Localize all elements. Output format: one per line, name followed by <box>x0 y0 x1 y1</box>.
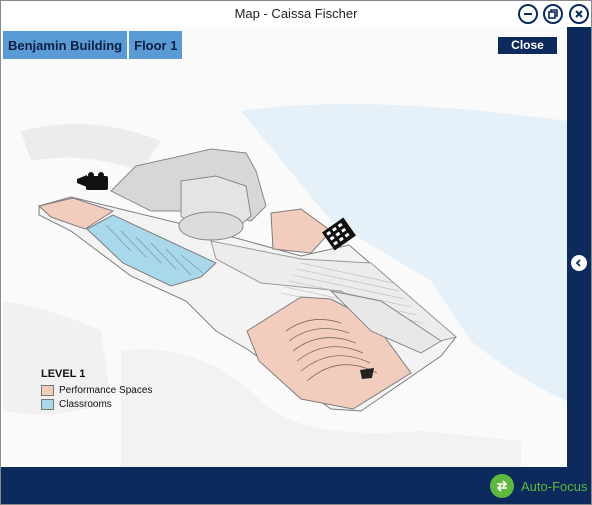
window-title: Map - Caissa Fischer <box>234 6 358 21</box>
title-bar: Map - Caissa Fischer <box>1 1 591 27</box>
classroom-swatch <box>41 398 54 410</box>
close-button[interactable]: Close <box>498 37 557 54</box>
legend-title: LEVEL 1 <box>41 368 86 380</box>
autofocus-label: Auto-Focus <box>521 478 588 494</box>
legend-label: Classrooms <box>59 398 112 410</box>
swap-arrows-icon <box>490 474 514 498</box>
window-close-button[interactable] <box>569 4 589 24</box>
breadcrumb: Benjamin Building Floor 1 <box>3 31 183 59</box>
camera-marker-icon[interactable] <box>77 172 108 190</box>
floor-chip[interactable]: Floor 1 <box>129 31 183 59</box>
chevron-left-icon <box>575 259 581 267</box>
legend-item: Performance Spaces <box>41 383 152 397</box>
restore-button[interactable] <box>543 4 563 24</box>
legend-label: Performance Spaces <box>59 384 153 396</box>
building-chip[interactable]: Benjamin Building <box>3 31 128 59</box>
map-window: Map - Caissa Fischer Benjamin Building F… <box>0 0 592 505</box>
restore-icon <box>548 9 558 19</box>
minimize-button[interactable] <box>518 4 538 24</box>
legend-item: Classrooms <box>41 397 152 411</box>
autofocus-button[interactable]: Auto-Focus <box>490 473 587 499</box>
performance-swatch <box>41 384 54 396</box>
expand-panel-button[interactable] <box>571 255 587 271</box>
minus-icon <box>524 13 532 15</box>
map-legend: LEVEL 1 Performance Spaces Classrooms <box>41 368 152 411</box>
close-icon <box>575 10 583 18</box>
